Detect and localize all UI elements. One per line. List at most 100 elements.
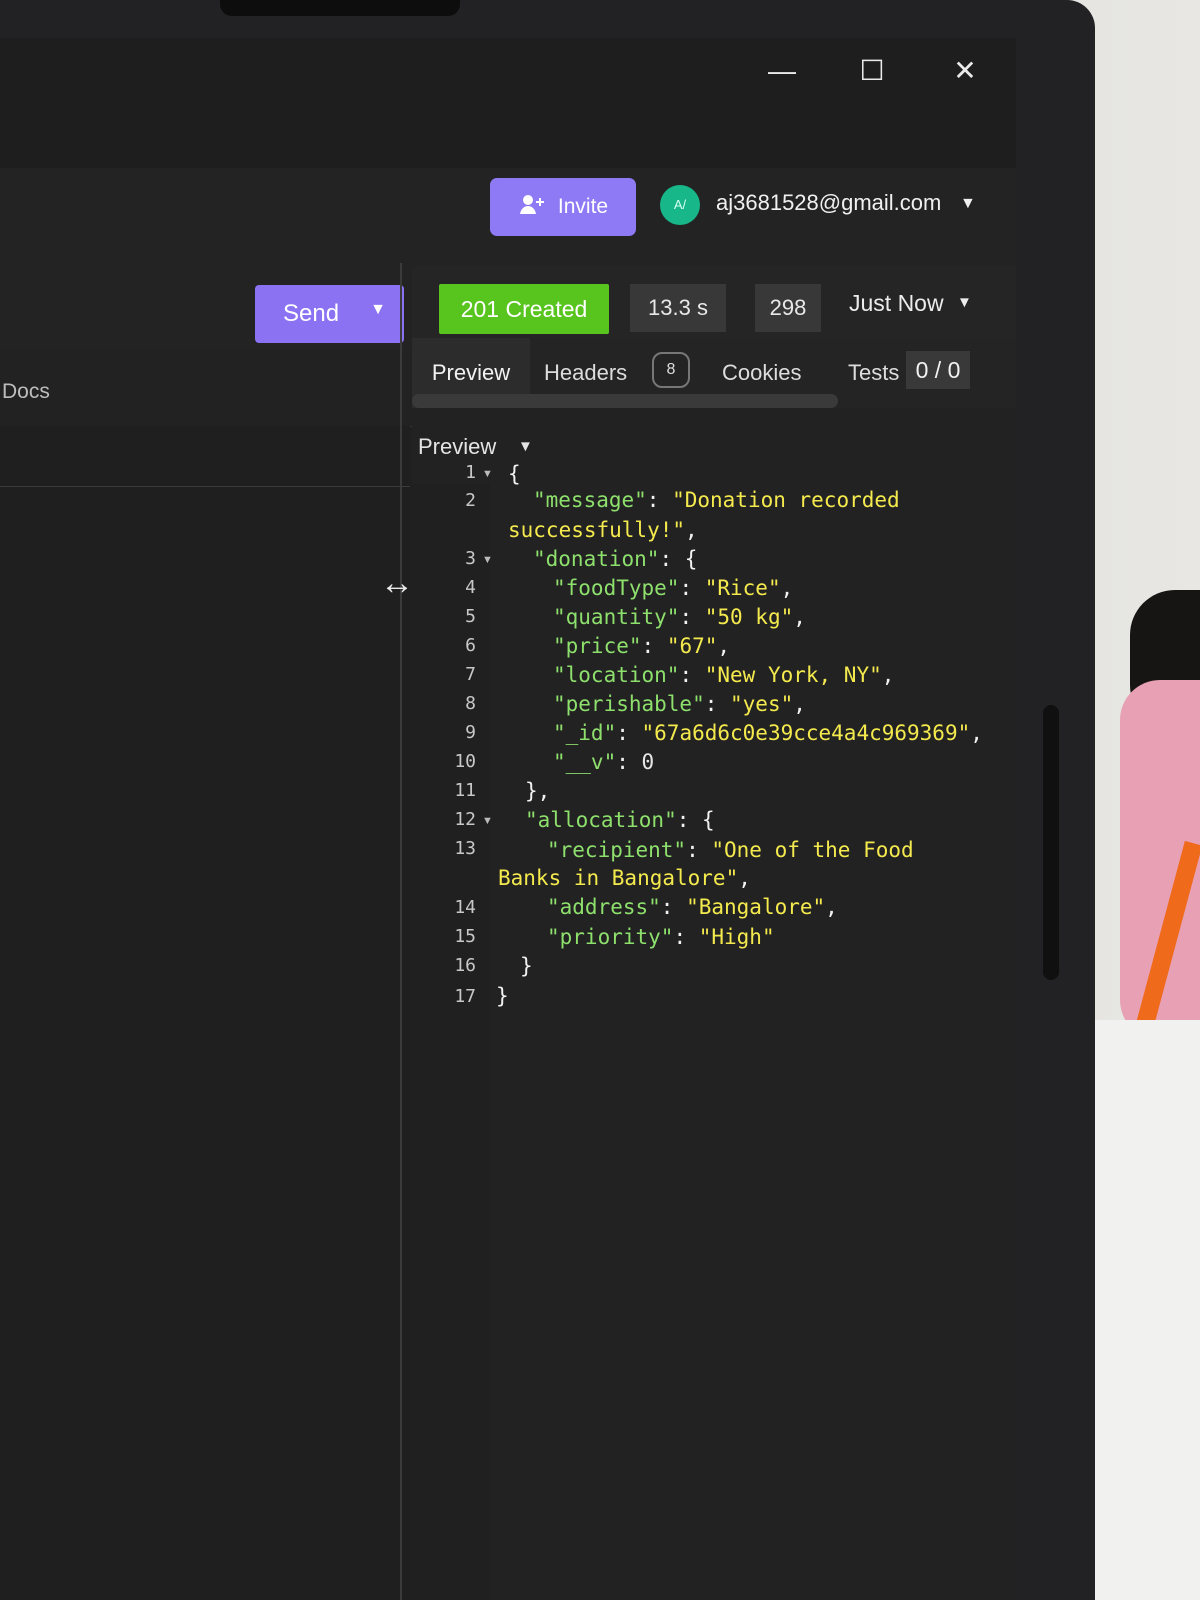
json-token: "67a6d6c0e39cce4a4c969369" bbox=[641, 721, 971, 745]
json-token: successfully!" bbox=[508, 518, 686, 542]
json-token: "67" bbox=[666, 634, 718, 658]
account-email[interactable]: aj3681528@gmail.com bbox=[716, 190, 941, 216]
person-plus-icon bbox=[518, 193, 546, 221]
fold-toggle-icon[interactable]: ▼ bbox=[482, 554, 493, 566]
json-token: "_id" bbox=[553, 721, 617, 745]
json-token: , bbox=[881, 663, 895, 687]
tab-docs[interactable]: Docs bbox=[2, 380, 50, 404]
json-token: : bbox=[679, 605, 705, 629]
json-line: }, bbox=[525, 779, 550, 803]
send-button[interactable]: Send ▼ bbox=[255, 285, 404, 343]
line-number: 10 bbox=[454, 751, 476, 772]
tab-cookies[interactable]: Cookies bbox=[722, 360, 801, 386]
json-token: "recipient" bbox=[547, 838, 687, 862]
resize-horizontal-icon[interactable]: ↔ bbox=[380, 564, 414, 603]
tab-tests[interactable]: Tests bbox=[848, 360, 899, 386]
json-token: , bbox=[793, 605, 806, 629]
line-number: 16 bbox=[454, 955, 476, 976]
app-window: — ☐ ✕ Invite A/ aj3681528@gmail.com ▼ Se… bbox=[0, 38, 1016, 1600]
json-line: "_id": "67a6d6c0e39cce4a4c969369", bbox=[553, 721, 983, 745]
json-token: "perishable" bbox=[553, 692, 705, 716]
line-number: 7 bbox=[465, 664, 476, 685]
json-line: "foodType": "Rice", bbox=[553, 576, 793, 600]
json-token: : bbox=[704, 692, 731, 716]
json-line: } bbox=[496, 984, 509, 1008]
close-button[interactable]: ✕ bbox=[950, 56, 980, 86]
chevron-down-icon[interactable]: ▼ bbox=[518, 438, 533, 455]
title-bar: — ☐ ✕ bbox=[0, 38, 1016, 168]
line-number: 9 bbox=[465, 722, 476, 743]
line-number: 14 bbox=[454, 897, 476, 918]
fold-toggle-icon[interactable]: ▼ bbox=[482, 468, 493, 480]
chevron-down-icon[interactable]: ▼ bbox=[960, 195, 976, 213]
json-token: }, bbox=[525, 779, 551, 803]
json-line: } bbox=[520, 954, 533, 978]
line-number: 12 bbox=[454, 809, 476, 830]
line-number: 6 bbox=[465, 635, 476, 656]
line-number: 8 bbox=[465, 693, 476, 714]
json-token: "Donation recorded bbox=[672, 488, 900, 512]
camera-bar bbox=[220, 0, 460, 16]
history-selector[interactable]: Just Now bbox=[849, 290, 944, 317]
json-token: : bbox=[679, 663, 705, 687]
response-status-bar: 201 Created 13.3 s 298 Just Now ▼ bbox=[412, 266, 1016, 339]
json-token: "quantity" bbox=[553, 605, 680, 629]
json-token: "yes" bbox=[730, 692, 794, 716]
response-time: 13.3 s bbox=[630, 284, 726, 332]
avatar[interactable]: A/ bbox=[660, 185, 700, 225]
json-line: "location": "New York, NY", bbox=[553, 663, 894, 687]
response-size: 298 bbox=[755, 284, 821, 332]
line-number: 1 bbox=[465, 462, 476, 483]
send-label: Send bbox=[283, 300, 340, 327]
invite-button[interactable]: Invite bbox=[490, 178, 636, 236]
json-token: "message" bbox=[533, 488, 647, 512]
json-token: "location" bbox=[553, 663, 680, 687]
json-token: , bbox=[717, 634, 731, 658]
json-token: "__v" bbox=[553, 750, 617, 774]
json-line: "priority": "High" bbox=[547, 925, 775, 949]
maximize-button[interactable]: ☐ bbox=[857, 56, 887, 86]
line-number: 2 bbox=[465, 490, 476, 511]
tab-headers[interactable]: Headers bbox=[544, 360, 627, 386]
horizontal-scrollbar[interactable] bbox=[412, 394, 838, 408]
json-token: "allocation" bbox=[525, 808, 677, 832]
json-line: { bbox=[508, 462, 521, 486]
background-desk bbox=[1085, 1020, 1200, 1600]
json-token: "priority" bbox=[547, 925, 674, 949]
json-token: : bbox=[646, 488, 673, 512]
json-token: { bbox=[508, 462, 521, 486]
request-bar: Send ▼ bbox=[0, 266, 412, 351]
chevron-down-icon[interactable]: ▼ bbox=[370, 301, 386, 319]
json-token: "New York, NY" bbox=[704, 663, 882, 687]
request-editor-panel bbox=[0, 426, 410, 1600]
line-number: 5 bbox=[465, 606, 476, 627]
pane-splitter[interactable] bbox=[400, 263, 402, 1600]
status-badge: 201 Created bbox=[439, 284, 609, 334]
minimize-button[interactable]: — bbox=[767, 56, 797, 86]
json-token: : bbox=[679, 576, 705, 600]
json-line: "quantity": "50 kg", bbox=[553, 605, 806, 629]
json-line: "recipient": "One of the Food bbox=[547, 838, 914, 862]
chevron-down-icon[interactable]: ▼ bbox=[957, 294, 972, 311]
json-token: } bbox=[520, 954, 533, 978]
top-account-bar: Invite A/ aj3681528@gmail.com ▼ bbox=[0, 168, 1016, 267]
json-token: : bbox=[673, 925, 699, 949]
line-number: 4 bbox=[465, 577, 476, 598]
headers-count-badge: 8 bbox=[652, 352, 690, 388]
json-line: "allocation": { bbox=[525, 808, 715, 832]
json-line: "price": "67", bbox=[553, 634, 730, 658]
json-token: "donation" bbox=[533, 547, 660, 571]
json-line: "message": "Donation recorded bbox=[533, 488, 900, 512]
json-token: "High" bbox=[698, 925, 775, 949]
preview-mode-selector[interactable]: Preview bbox=[418, 434, 496, 460]
json-line: Banks in Bangalore", bbox=[498, 866, 751, 890]
json-line: "donation": { bbox=[533, 547, 697, 571]
line-number: 3 bbox=[465, 548, 476, 569]
json-token: , bbox=[685, 518, 698, 542]
fold-toggle-icon[interactable]: ▼ bbox=[482, 815, 493, 827]
json-line: "address": "Bangalore", bbox=[547, 895, 838, 919]
json-token: "Bangalore" bbox=[686, 895, 826, 919]
json-token: : { bbox=[676, 808, 715, 832]
json-token: : bbox=[616, 721, 642, 745]
line-number: 15 bbox=[454, 926, 476, 947]
